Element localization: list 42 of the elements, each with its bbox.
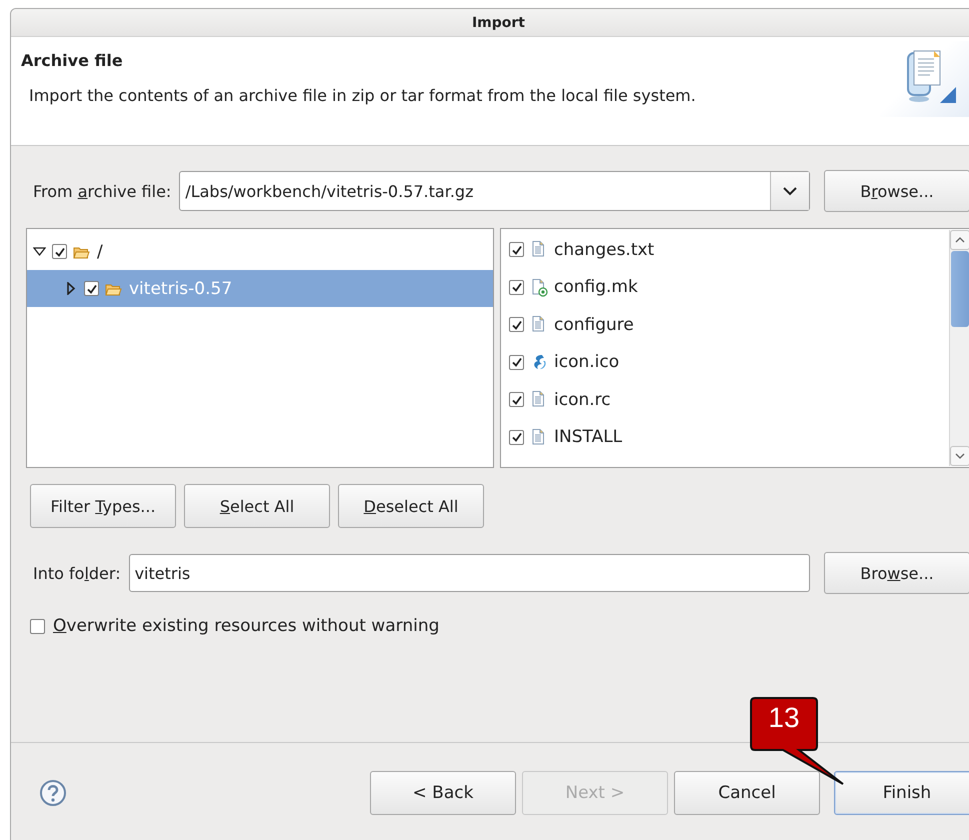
file-name: icon.ico bbox=[554, 352, 620, 372]
help-icon bbox=[39, 779, 67, 807]
target-file-icon bbox=[530, 278, 548, 297]
file-name: config.mk bbox=[554, 277, 638, 298]
file-name: icon.rc bbox=[554, 390, 611, 410]
file-name: INSTALL bbox=[554, 427, 622, 448]
file-name: configure bbox=[554, 314, 634, 335]
folder-field[interactable]: vitetris bbox=[128, 554, 810, 592]
browse-button[interactable]: Browse... bbox=[824, 170, 969, 212]
page-title: Archive file bbox=[21, 51, 124, 70]
scroll-down-icon bbox=[954, 451, 966, 461]
archive-path-combo[interactable]: /Labs/workbench/vitetris-0.57.tar.gz bbox=[179, 171, 810, 211]
callout-number: 13 bbox=[767, 702, 801, 734]
checkbox[interactable] bbox=[84, 281, 99, 296]
chevron-down-icon bbox=[782, 185, 798, 197]
selection-button[interactable]: Deselect All bbox=[338, 484, 484, 528]
checkbox[interactable] bbox=[509, 430, 524, 445]
selection-button[interactable]: Select All bbox=[184, 484, 330, 528]
wizard-button[interactable]: < Back bbox=[370, 771, 516, 815]
scroll-up-icon bbox=[954, 235, 966, 245]
selection-button[interactable]: Filter Types... bbox=[30, 484, 176, 528]
window-title: Import bbox=[472, 14, 526, 30]
wizard-button[interactable]: Cancel bbox=[674, 771, 820, 815]
checkbox[interactable] bbox=[509, 354, 524, 370]
scrollbar[interactable] bbox=[949, 230, 969, 466]
checkbox[interactable] bbox=[509, 242, 524, 258]
checkbox[interactable] bbox=[509, 317, 524, 332]
page-description: Import the contents of an archive file in zip or tar format from the local file system. bbox=[29, 86, 696, 105]
scroll-thumb[interactable] bbox=[951, 251, 969, 327]
collapse-triangle-icon bbox=[33, 245, 46, 258]
wizard-button[interactable]: Finish bbox=[834, 771, 969, 815]
checkbox-label: Overwrite existing resources without warning bbox=[53, 616, 440, 636]
checkbox[interactable] bbox=[30, 618, 45, 634]
field-label: Into folder: bbox=[33, 564, 121, 582]
expand-triangle-icon bbox=[65, 282, 78, 295]
checkbox[interactable] bbox=[52, 244, 67, 259]
checkbox[interactable] bbox=[509, 280, 524, 295]
tree-item[interactable]: / bbox=[27, 233, 493, 270]
browse-button[interactable]: Browse... bbox=[824, 552, 969, 594]
file-name: changes.txt bbox=[554, 240, 654, 260]
field-label: From archive file: bbox=[33, 182, 172, 200]
checkbox[interactable] bbox=[509, 392, 524, 408]
